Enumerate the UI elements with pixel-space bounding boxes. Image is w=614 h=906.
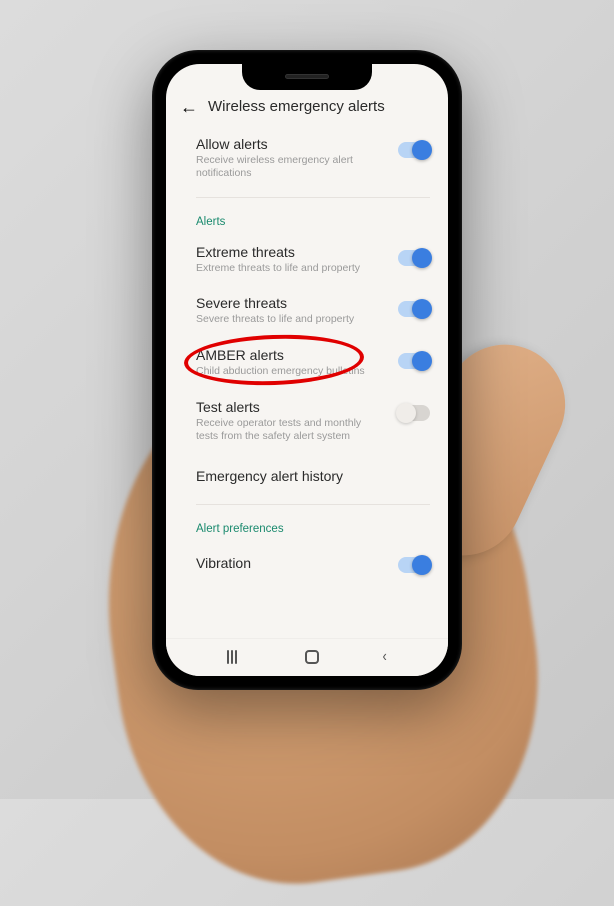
- nav-home-icon[interactable]: [305, 650, 319, 664]
- row-desc: Extreme threats to life and property: [196, 262, 386, 276]
- divider: [196, 197, 430, 198]
- toggle-severe-threats[interactable]: [398, 301, 430, 317]
- back-icon[interactable]: ←: [180, 98, 198, 116]
- row-desc: Receive wireless emergency alert notific…: [196, 154, 386, 181]
- row-test-alerts[interactable]: Test alerts Receive operator tests and m…: [166, 389, 448, 454]
- row-text: Emergency alert history: [196, 464, 430, 488]
- toggle-allow-alerts[interactable]: [398, 142, 430, 158]
- settings-list: Allow alerts Receive wireless emergency …: [166, 126, 448, 638]
- row-title: Severe threats: [196, 295, 386, 311]
- row-title: Allow alerts: [196, 136, 386, 152]
- phone-notch: [242, 64, 372, 90]
- row-desc: Severe threats to life and property: [196, 313, 386, 327]
- row-vibration[interactable]: Vibration: [166, 541, 448, 585]
- android-navbar: ‹: [166, 638, 448, 676]
- toggle-amber-alerts[interactable]: [398, 353, 430, 369]
- phone-frame: ← Wireless emergency alerts Allow alerts…: [152, 50, 462, 690]
- row-desc: Receive operator tests and monthly tests…: [196, 417, 386, 444]
- row-text: Severe threats Severe threats to life an…: [196, 295, 398, 327]
- row-title: AMBER alerts: [196, 347, 386, 363]
- row-text: Extreme threats Extreme threats to life …: [196, 244, 398, 276]
- section-prefs-label: Alert preferences: [166, 511, 448, 541]
- row-title: Emergency alert history: [196, 464, 418, 488]
- row-text: Allow alerts Receive wireless emergency …: [196, 136, 398, 181]
- nav-back-icon[interactable]: ‹: [382, 648, 386, 666]
- row-title: Extreme threats: [196, 244, 386, 260]
- screen: ← Wireless emergency alerts Allow alerts…: [166, 64, 448, 676]
- row-text: Vibration: [196, 551, 398, 575]
- toggle-vibration[interactable]: [398, 557, 430, 573]
- row-text: AMBER alerts Child abduction emergency b…: [196, 347, 398, 379]
- row-severe-threats[interactable]: Severe threats Severe threats to life an…: [166, 285, 448, 337]
- divider: [196, 504, 430, 505]
- row-title: Test alerts: [196, 399, 386, 415]
- row-amber-alerts[interactable]: AMBER alerts Child abduction emergency b…: [166, 337, 448, 389]
- row-title: Vibration: [196, 551, 386, 575]
- toggle-test-alerts[interactable]: [398, 405, 430, 421]
- speaker-grille: [285, 74, 329, 79]
- nav-recent-icon[interactable]: [227, 651, 243, 663]
- page-title: Wireless emergency alerts: [208, 98, 385, 115]
- row-emergency-alert-history[interactable]: Emergency alert history: [166, 454, 448, 498]
- row-desc: Child abduction emergency bulletins: [196, 365, 386, 379]
- row-extreme-threats[interactable]: Extreme threats Extreme threats to life …: [166, 234, 448, 286]
- row-text: Test alerts Receive operator tests and m…: [196, 399, 398, 444]
- toggle-extreme-threats[interactable]: [398, 250, 430, 266]
- section-alerts-label: Alerts: [166, 204, 448, 234]
- row-allow-alerts[interactable]: Allow alerts Receive wireless emergency …: [166, 126, 448, 191]
